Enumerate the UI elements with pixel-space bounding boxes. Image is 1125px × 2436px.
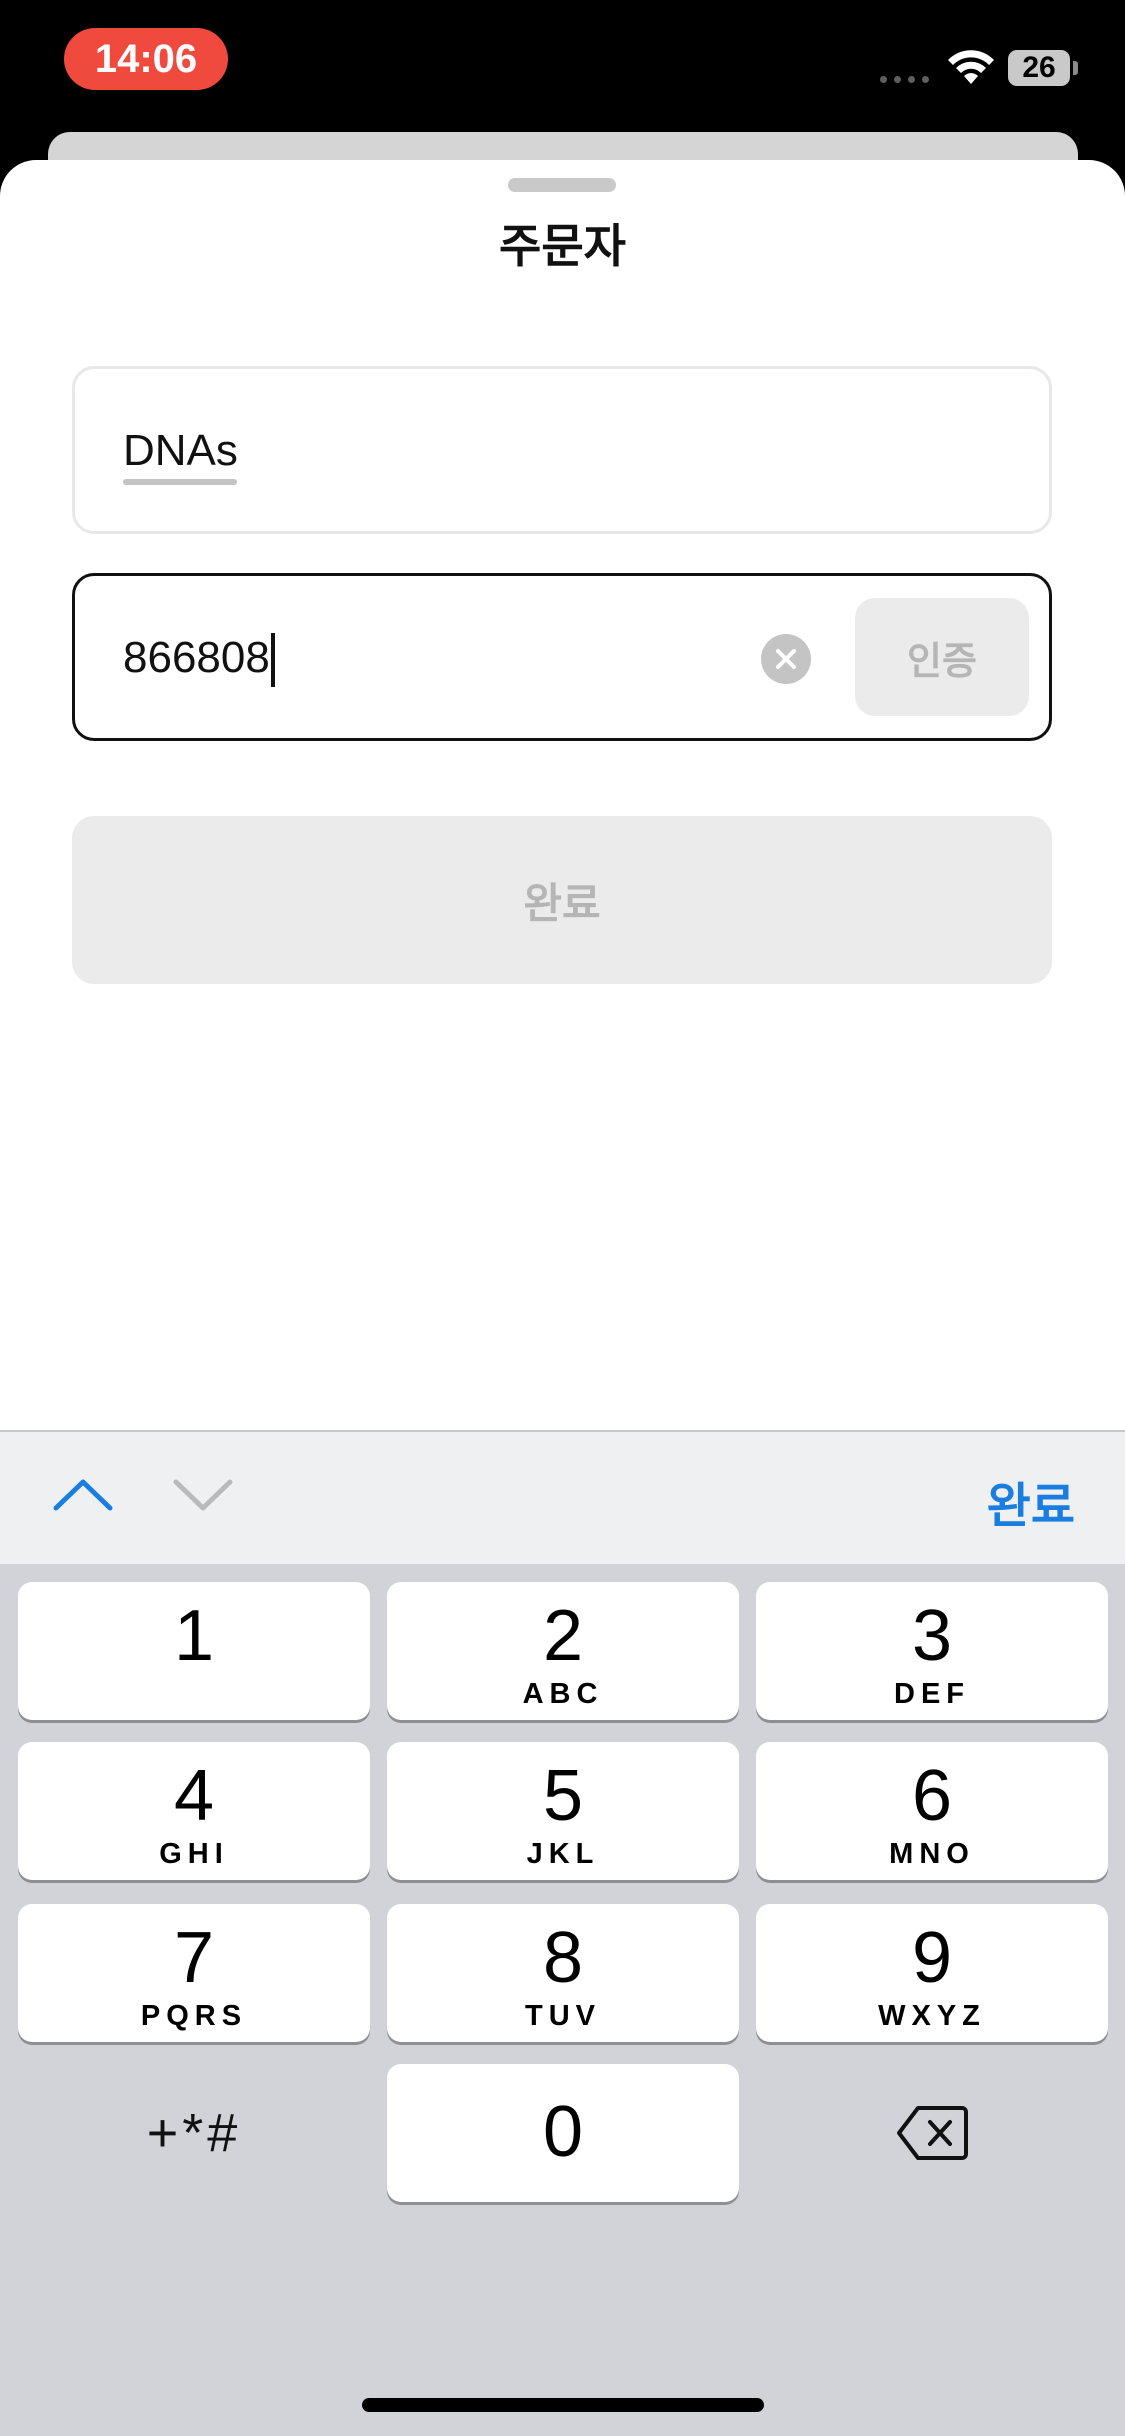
phone-field[interactable]: 866808 인증 bbox=[72, 573, 1052, 741]
chevron-down-icon[interactable] bbox=[172, 1474, 234, 1514]
numeric-keypad: 1 2 ABC 3 DEF 4 GHI 5 JKL 6 MNO 7 PQRS 8… bbox=[0, 1564, 1125, 2436]
sheet-title: 주문자 bbox=[499, 220, 626, 272]
key-4[interactable]: 4 GHI bbox=[18, 1742, 370, 1880]
key-8[interactable]: 8 TUV bbox=[387, 1904, 739, 2042]
keyboard-toolbar: 완료 bbox=[0, 1430, 1125, 1566]
status-time: 14:06 bbox=[64, 28, 228, 90]
key-1[interactable]: 1 bbox=[18, 1582, 370, 1720]
autocorrect-underline bbox=[123, 479, 237, 485]
clear-button[interactable] bbox=[761, 634, 811, 684]
cellular-signal-icon bbox=[880, 76, 929, 83]
status-bar: 14:06 26 bbox=[0, 0, 1125, 130]
battery-icon: 26 bbox=[1008, 50, 1070, 86]
name-field[interactable]: DNAs bbox=[72, 366, 1052, 534]
submit-button[interactable]: 완료 bbox=[72, 816, 1052, 984]
key-0[interactable]: 0 bbox=[387, 2064, 739, 2202]
sheet-grabber[interactable] bbox=[508, 178, 616, 192]
key-6[interactable]: 6 MNO bbox=[756, 1742, 1108, 1880]
key-symbols[interactable]: +*# bbox=[18, 2064, 370, 2202]
key-7[interactable]: 7 PQRS bbox=[18, 1904, 370, 2042]
verify-button[interactable]: 인증 bbox=[855, 598, 1029, 716]
key-2[interactable]: 2 ABC bbox=[387, 1582, 739, 1720]
key-9[interactable]: 9 WXYZ bbox=[756, 1904, 1108, 2042]
wifi-icon bbox=[948, 50, 994, 84]
close-icon bbox=[776, 649, 796, 669]
home-indicator bbox=[362, 2398, 764, 2412]
name-value: DNAs bbox=[123, 426, 238, 475]
phone-value: 866808 bbox=[123, 632, 275, 688]
backspace-icon bbox=[897, 2106, 968, 2160]
keyboard-done-button[interactable]: 완료 bbox=[987, 1466, 1075, 1536]
chevron-up-icon[interactable] bbox=[52, 1474, 114, 1514]
key-5[interactable]: 5 JKL bbox=[387, 1742, 739, 1880]
key-delete[interactable] bbox=[756, 2064, 1108, 2202]
key-3[interactable]: 3 DEF bbox=[756, 1582, 1108, 1720]
text-caret bbox=[270, 633, 275, 688]
battery-tip bbox=[1073, 61, 1078, 75]
